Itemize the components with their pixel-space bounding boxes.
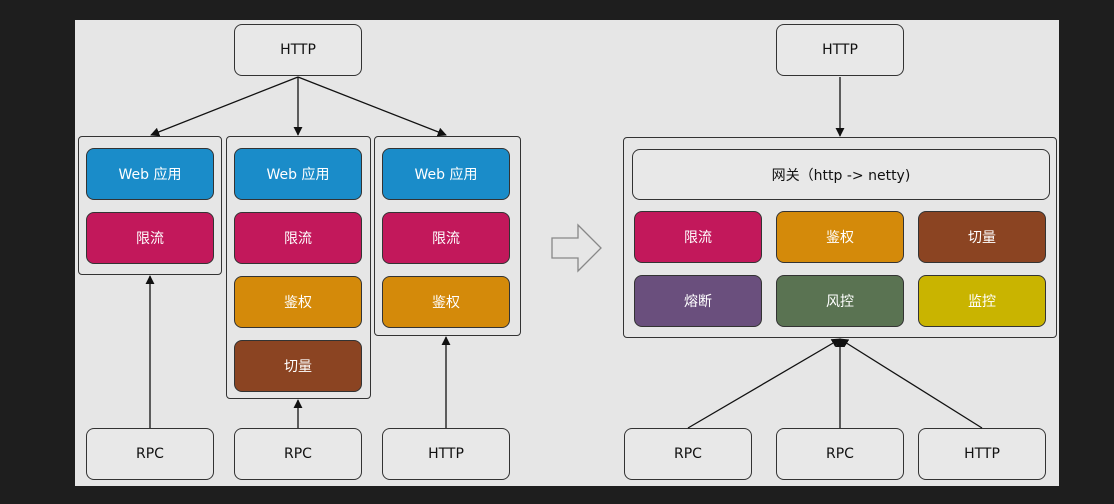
connector-lines — [145, 76, 983, 429]
arrow-rpc-1-to-gateway — [687, 338, 841, 429]
arrow-http-to-group-3 — [297, 76, 447, 137]
arrow-http-to-group-1 — [150, 76, 299, 137]
arrow-http-to-gateway-bottom — [839, 338, 983, 429]
